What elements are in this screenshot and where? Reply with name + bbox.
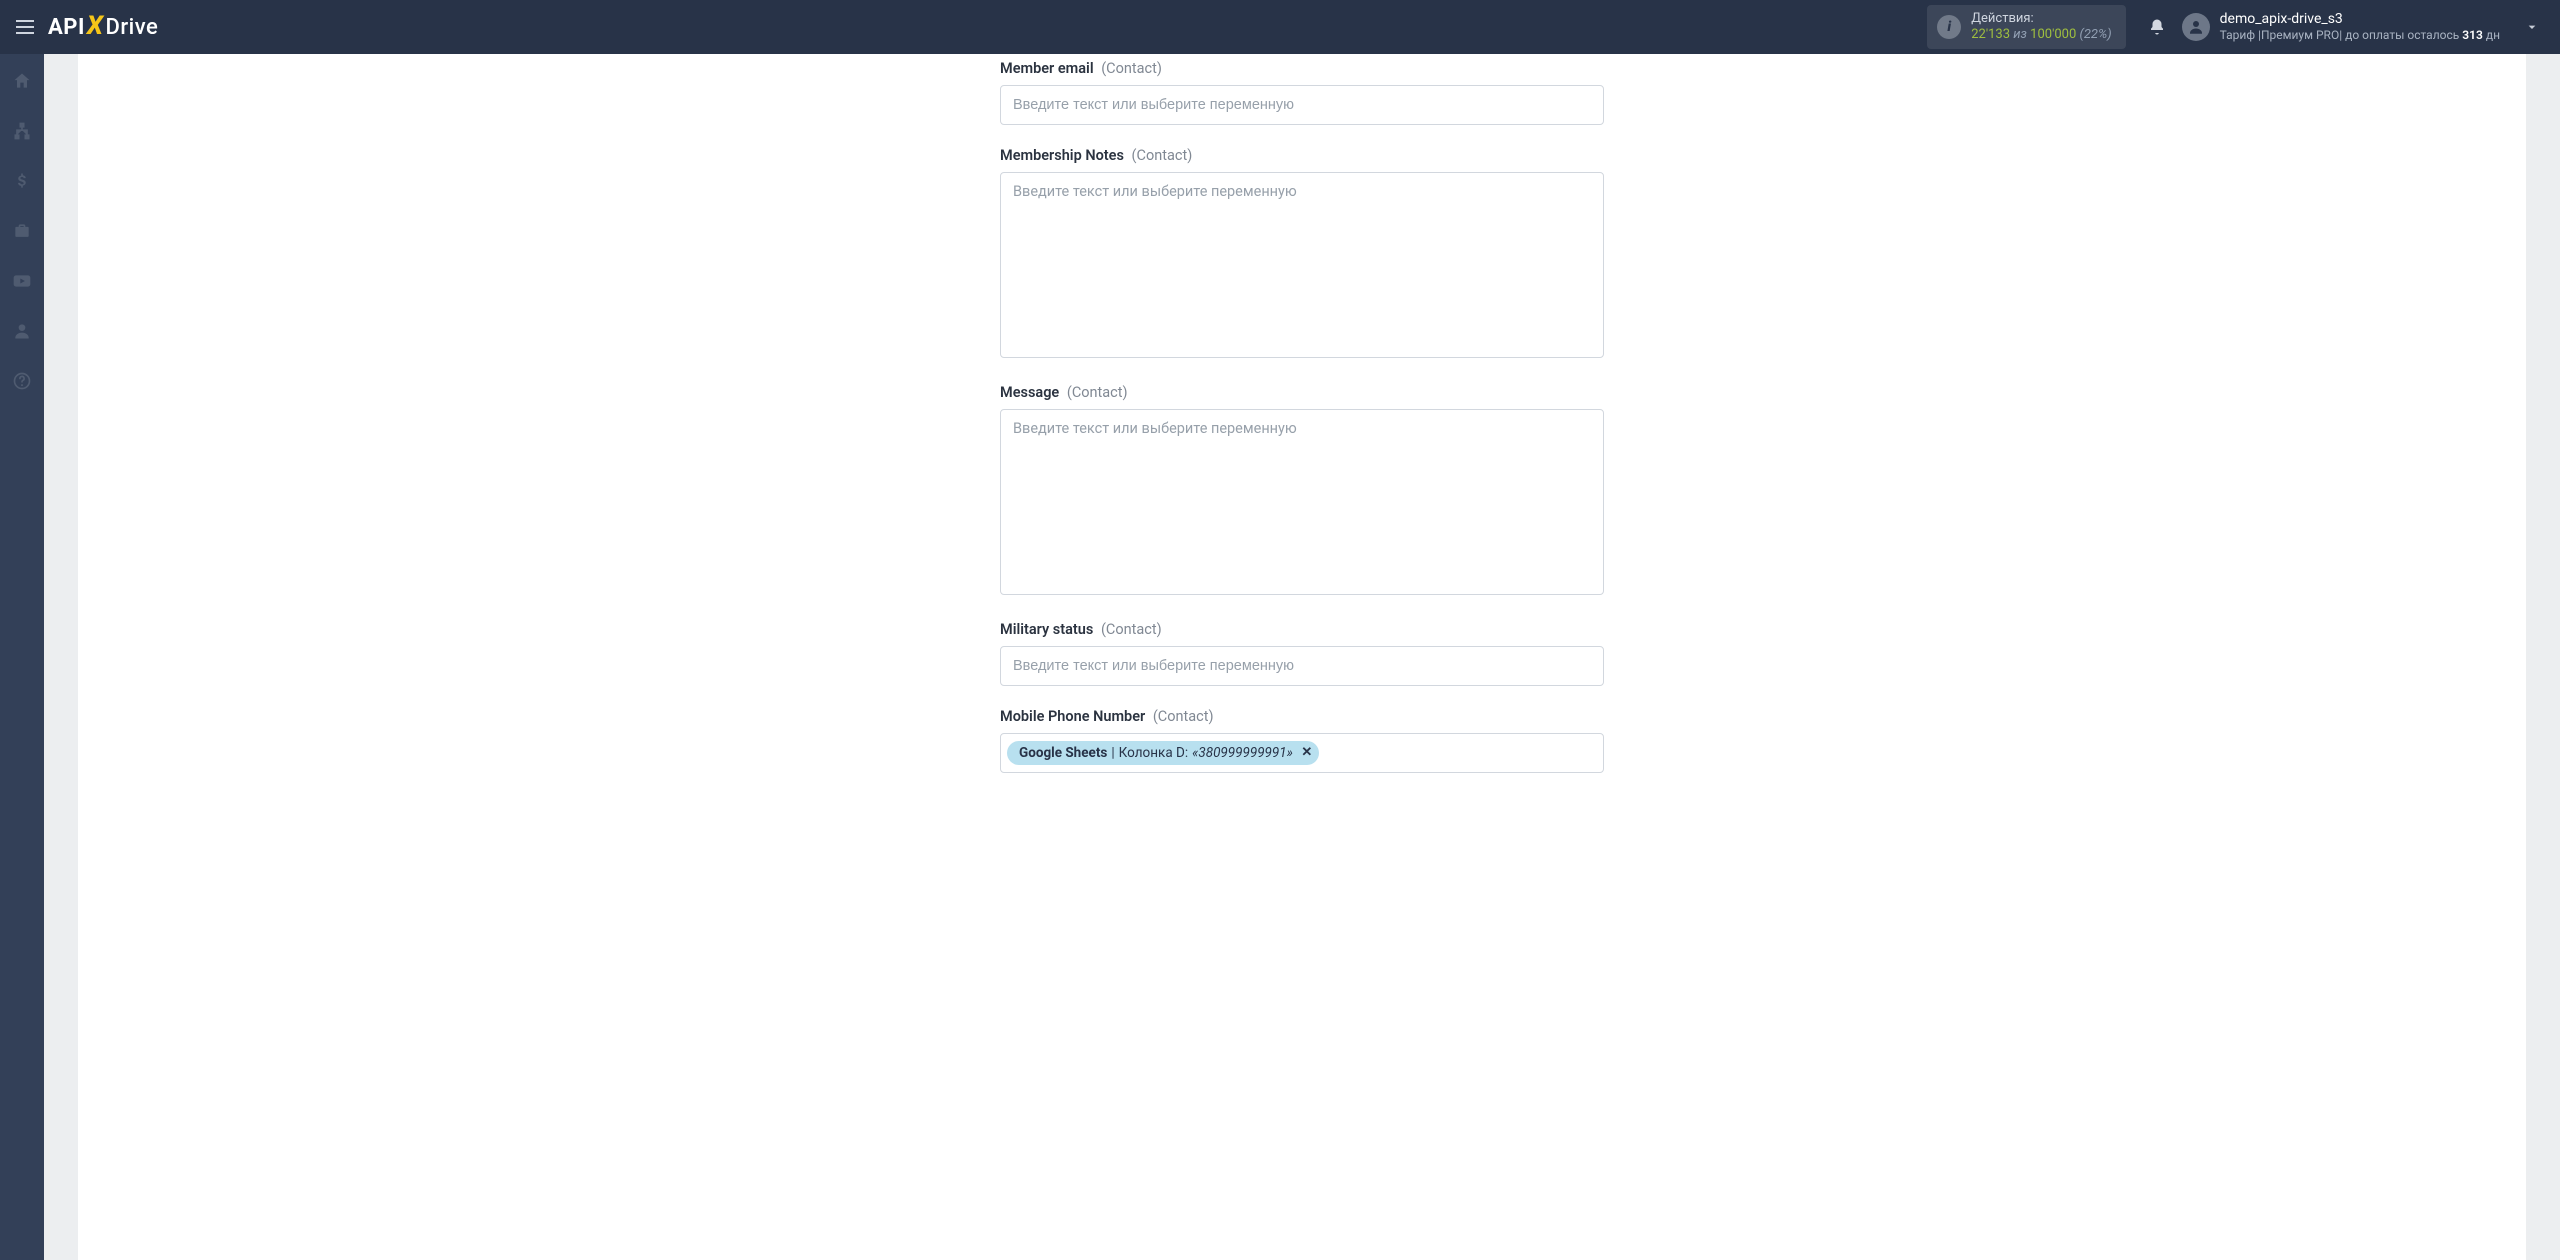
field-label-main: Mobile Phone Number — [1000, 708, 1145, 725]
usage-used: 22'133 — [1971, 27, 2010, 42]
field-military-status: Military status (Contact) — [1000, 621, 1604, 686]
briefcase-icon — [12, 221, 32, 241]
sidebar-item-tools[interactable] — [0, 216, 44, 246]
youtube-icon — [12, 271, 32, 291]
chip-column: Колонка D: — [1119, 744, 1189, 763]
brand-part1: API — [48, 15, 85, 40]
user-sub: Тариф |Премиум PRO| до оплаты осталось 3… — [2220, 28, 2500, 42]
dollar-icon — [12, 171, 32, 191]
chip-value: «380999999991» — [1192, 744, 1293, 763]
notifications-button[interactable] — [2140, 10, 2174, 44]
user-icon — [12, 321, 32, 341]
field-label-main: Message — [1000, 384, 1059, 401]
variable-chip[interactable]: Google Sheets | Колонка D: «380999999991… — [1007, 741, 1319, 766]
sidebar-item-home[interactable] — [0, 66, 44, 96]
field-label: Member email (Contact) — [1000, 60, 1604, 77]
usage-of: из — [2013, 27, 2030, 42]
home-icon — [12, 71, 32, 91]
field-label: Membership Notes (Contact) — [1000, 147, 1604, 164]
field-label-main: Membership Notes — [1000, 147, 1124, 164]
user-menu-toggle[interactable] — [2518, 13, 2546, 41]
sidebar — [0, 54, 44, 1260]
top-bar: API X Drive i Действия: 22'133 из 100'00… — [0, 0, 2560, 54]
field-label-main: Member email — [1000, 60, 1094, 77]
menu-toggle-button[interactable] — [8, 10, 42, 44]
chevron-down-icon — [2524, 19, 2540, 35]
sidebar-item-account[interactable] — [0, 316, 44, 346]
brand-part2: Drive — [105, 15, 158, 40]
user-sub-prefix: Тариф |Премиум PRO| до оплаты осталось — [2220, 28, 2463, 42]
user-sub-days: 313 — [2462, 28, 2483, 42]
field-member-email: Member email (Contact) — [1000, 60, 1604, 125]
field-message: Message (Contact) — [1000, 384, 1604, 599]
sitemap-icon — [12, 121, 32, 141]
usage-pct: (22%) — [2080, 27, 2112, 42]
usage-values: 22'133 из 100'000 (22%) — [1971, 27, 2111, 43]
field-label: Mobile Phone Number (Contact) — [1000, 708, 1604, 725]
chip-source: Google Sheets — [1019, 744, 1107, 763]
usage-label: Действия: — [1971, 11, 2111, 27]
form: Member email (Contact) Membership Notes … — [1000, 60, 1604, 773]
field-label: Message (Contact) — [1000, 384, 1604, 401]
mobile-phone-input[interactable]: Google Sheets | Колонка D: «380999999991… — [1000, 733, 1604, 773]
sidebar-item-connections[interactable] — [0, 116, 44, 146]
usage-texts: Действия: 22'133 из 100'000 (22%) — [1971, 11, 2111, 44]
page-scroll[interactable]: Member email (Contact) Membership Notes … — [44, 54, 2560, 1260]
help-icon — [12, 371, 32, 391]
info-icon: i — [1937, 15, 1961, 39]
field-mobile-phone: Mobile Phone Number (Contact) Google She… — [1000, 708, 1604, 773]
sidebar-item-billing[interactable] — [0, 166, 44, 196]
avatar-icon — [2182, 13, 2210, 41]
field-label-suffix: (Contact) — [1132, 147, 1193, 164]
user-name: demo_apix-drive_s3 — [2220, 11, 2500, 28]
message-textarea[interactable] — [1000, 409, 1604, 595]
user-texts: demo_apix-drive_s3 Тариф |Премиум PRO| д… — [2220, 11, 2500, 42]
field-label-suffix: (Contact) — [1101, 621, 1162, 638]
usage-total: 100'000 — [2030, 27, 2076, 42]
form-panel: Member email (Contact) Membership Notes … — [78, 54, 2526, 1260]
brand-logo[interactable]: API X Drive — [48, 12, 158, 42]
user-sub-suffix: дн — [2486, 28, 2500, 42]
user-block[interactable]: demo_apix-drive_s3 Тариф |Премиум PRO| д… — [2182, 11, 2546, 42]
military-status-input[interactable] — [1000, 646, 1604, 686]
member-email-input[interactable] — [1000, 85, 1604, 125]
field-label-suffix: (Contact) — [1101, 60, 1162, 77]
bell-icon — [2148, 18, 2166, 36]
field-membership-notes: Membership Notes (Contact) — [1000, 147, 1604, 362]
field-label-suffix: (Contact) — [1153, 708, 1214, 725]
membership-notes-textarea[interactable] — [1000, 172, 1604, 358]
brand-x: X — [87, 11, 104, 41]
field-label-suffix: (Contact) — [1067, 384, 1128, 401]
field-label: Military status (Contact) — [1000, 621, 1604, 638]
sidebar-item-help[interactable] — [0, 366, 44, 396]
field-label-main: Military status — [1000, 621, 1093, 638]
chip-remove-button[interactable]: ✕ — [1299, 745, 1315, 761]
sidebar-item-videos[interactable] — [0, 266, 44, 296]
usage-actions-box[interactable]: i Действия: 22'133 из 100'000 (22%) — [1927, 5, 2125, 50]
